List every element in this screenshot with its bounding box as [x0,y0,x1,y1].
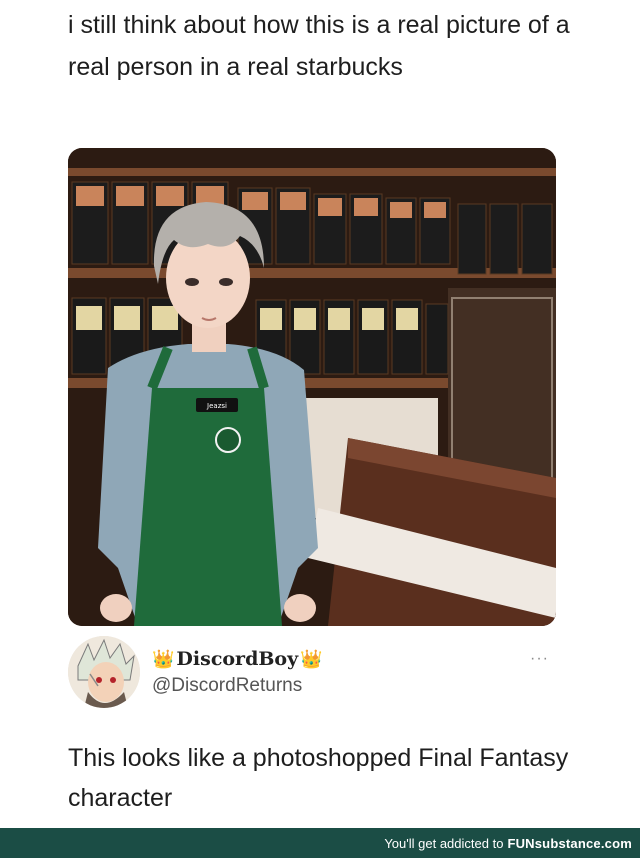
apron-name-tag: Jeazsi [206,402,227,410]
post-photo[interactable]: Jeazsi [68,148,556,626]
starbucks-photo: Jeazsi [68,148,556,626]
avatar-anime-icon [68,636,140,708]
footer-brand-link[interactable]: FUNsubstance.com [507,836,632,851]
display-name-text: DiscordBoy [176,648,299,670]
reply-display-name[interactable]: 👑 DiscordBoy 👑 [152,648,323,670]
reply-text: This looks like a photoshopped Final Fan… [68,744,569,812]
post-caption: i still think about how this is a real p… [68,11,570,81]
crown-icon: 👑 [300,648,323,670]
more-options-icon[interactable]: ··· [530,650,549,668]
footer-tagline: You'll get addicted to [384,835,504,851]
watermark-footer: You'll get addicted to FUNsubstance.com [0,828,640,858]
crown-icon: 👑 [152,648,175,670]
reply-handle[interactable]: @DiscordReturns [152,675,302,697]
avatar[interactable] [68,636,140,708]
